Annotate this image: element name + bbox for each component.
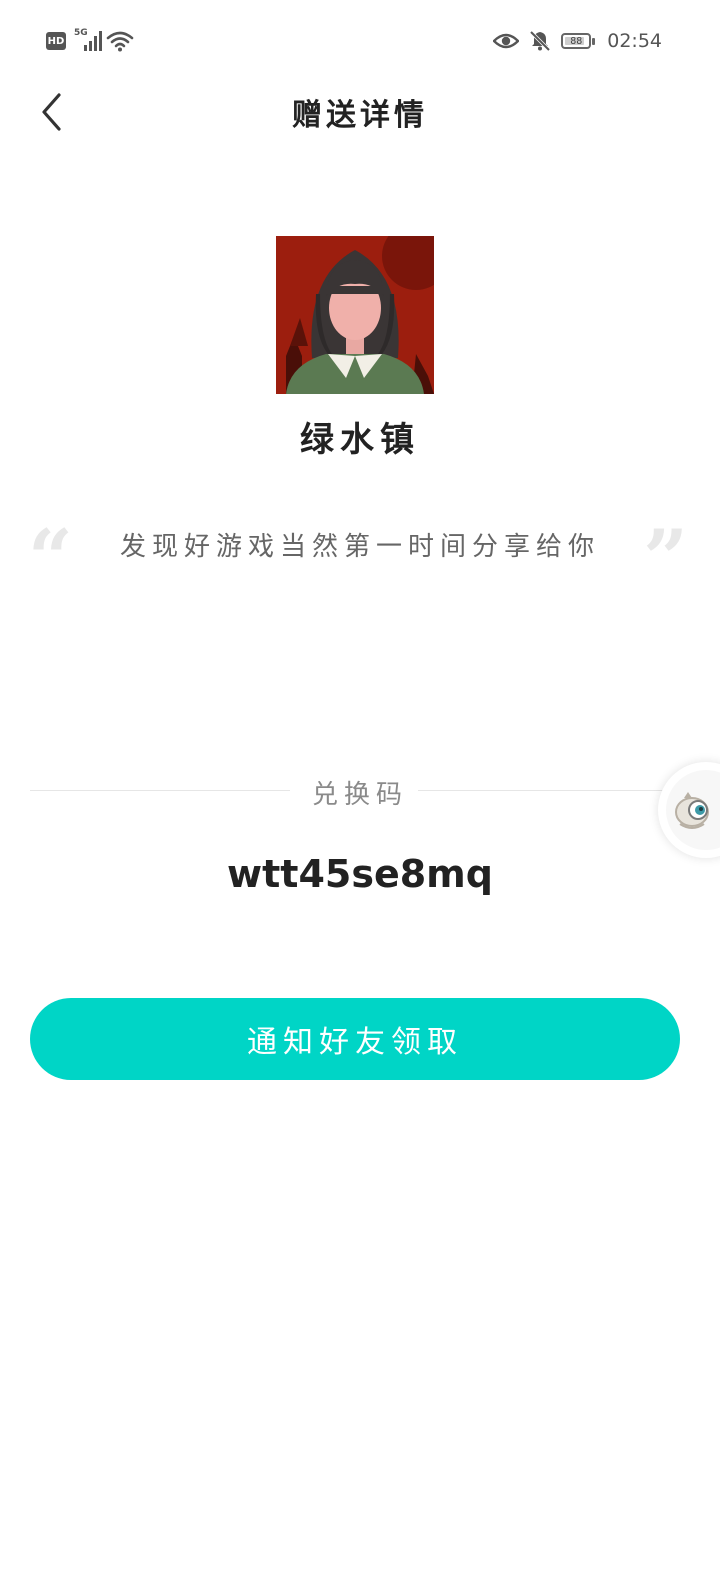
eye-icon — [493, 33, 520, 49]
signal-icon: 5G — [74, 28, 102, 52]
page-title: 赠送详情 — [292, 98, 428, 133]
redeem-code-value: wtt45se8mq — [227, 852, 493, 896]
bell-muted-icon — [529, 30, 551, 52]
notify-friend-button[interactable]: 通知好友领取 — [30, 998, 680, 1080]
redeem-code-label: 兑换码 — [311, 780, 408, 810]
game-cover-image — [276, 236, 434, 394]
status-right-group: 88 02:54 — [493, 30, 662, 52]
clock-time: 02:54 — [607, 30, 662, 52]
game-name: 绿水镇 — [300, 420, 420, 460]
battery-icon: 88 — [561, 33, 596, 49]
close-quote-icon: ” — [643, 513, 688, 604]
share-message: 发现好游戏当然第一时间分享给你 — [119, 532, 600, 562]
status-bar: HD 5G 88 02:54 — [0, 0, 720, 88]
status-left-group: HD 5G — [46, 28, 134, 52]
wifi-icon — [106, 31, 134, 52]
divider-right — [418, 790, 680, 791]
battery-level-text: 88 — [570, 35, 583, 47]
hd-badge: HD — [46, 32, 66, 50]
